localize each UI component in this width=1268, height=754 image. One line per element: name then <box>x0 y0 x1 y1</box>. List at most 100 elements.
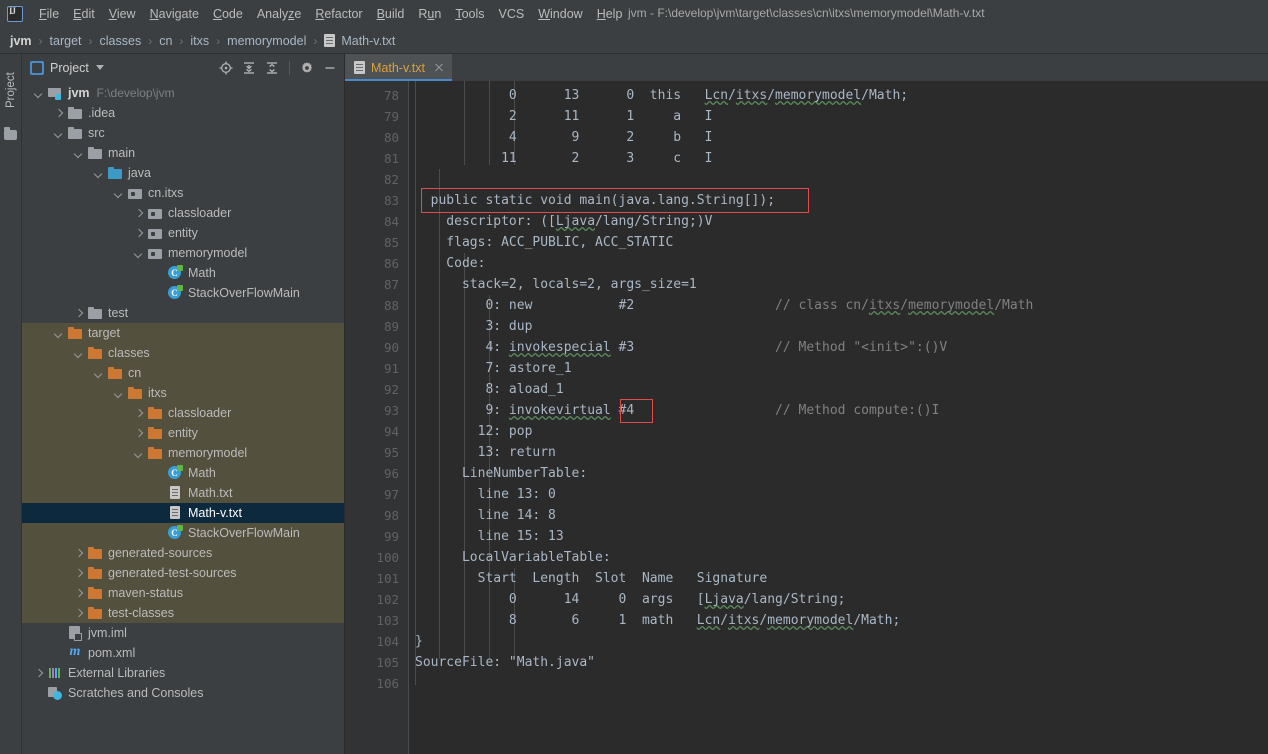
menu-item-file[interactable]: File <box>32 4 66 24</box>
tree-item-math-v-txt[interactable]: Math-v.txt <box>22 503 344 523</box>
tree-item-entity[interactable]: entity <box>22 423 344 443</box>
chevron-right-icon[interactable] <box>134 229 143 238</box>
chevron-down-icon[interactable] <box>54 129 63 138</box>
tree-item-test[interactable]: test <box>22 303 344 323</box>
tree-item-math-txt[interactable]: Math.txt <box>22 483 344 503</box>
menu-item-view[interactable]: View <box>102 4 143 24</box>
menu-item-help[interactable]: Help <box>590 4 630 24</box>
tree-item-main[interactable]: main <box>22 143 344 163</box>
menu-item-analyze[interactable]: Analyze <box>250 4 308 24</box>
tree-item-java[interactable]: java <box>22 163 344 183</box>
tree-item-cn[interactable]: cn <box>22 363 344 383</box>
tree-item-pom-xml[interactable]: pom.xml <box>22 643 344 663</box>
tree-item-target[interactable]: target <box>22 323 344 343</box>
menu-item-run[interactable]: Run <box>411 4 448 24</box>
chevron-down-icon[interactable] <box>96 65 104 70</box>
chevron-down-icon[interactable] <box>54 329 63 338</box>
menu-item-tools[interactable]: Tools <box>448 4 491 24</box>
chevron-down-icon[interactable] <box>114 389 123 398</box>
tree-item-scratches-and-consoles[interactable]: Scratches and Consoles <box>22 683 344 703</box>
tree-item-stackoverflowmain[interactable]: StackOverFlowMain <box>22 283 344 303</box>
tree-item-test-classes[interactable]: test-classes <box>22 603 344 623</box>
tree-item-cn-itxs[interactable]: cn.itxs <box>22 183 344 203</box>
tree-item-math[interactable]: Math <box>22 263 344 283</box>
menu-item-refactor[interactable]: Refactor <box>308 4 369 24</box>
chevron-down-icon[interactable] <box>74 149 83 158</box>
chevron-down-icon[interactable] <box>134 449 143 458</box>
chevron-down-icon[interactable] <box>34 89 43 98</box>
tree-item-classes[interactable]: classes <box>22 343 344 363</box>
code-comment: // Method "<init>":()V <box>775 340 947 355</box>
tree-item-itxs[interactable]: itxs <box>22 383 344 403</box>
code-line: stack=2, locals=2, args_size=1 <box>409 274 1268 295</box>
tree-item-label: maven-status <box>108 586 183 600</box>
menu-item-edit[interactable]: Edit <box>66 4 102 24</box>
tree-item--idea[interactable]: .idea <box>22 103 344 123</box>
tree-item-generated-test-sources[interactable]: generated-test-sources <box>22 563 344 583</box>
breadcrumb-item-jvm[interactable]: jvm <box>10 34 32 48</box>
breadcrumb-item-memorymodel[interactable]: memorymodel <box>227 34 306 48</box>
chevron-down-icon[interactable] <box>134 249 143 258</box>
chevron-right-icon[interactable] <box>74 549 83 558</box>
line-number: 79 <box>345 106 408 127</box>
line-number: 94 <box>345 421 408 442</box>
chevron-right-icon[interactable] <box>134 209 143 218</box>
tree-item-jvm[interactable]: jvmF:\develop\jvm <box>22 83 344 103</box>
menu-item-vcs[interactable]: VCS <box>492 4 532 24</box>
breadcrumb[interactable]: jvm›target›classes›cn›itxs›memorymodel›M… <box>0 28 1268 54</box>
breadcrumb-item-itxs[interactable]: itxs <box>190 34 209 48</box>
tree-spacer <box>154 509 163 518</box>
tree-item-jvm-iml[interactable]: jvm.iml <box>22 623 344 643</box>
breadcrumb-item-target[interactable]: target <box>50 34 82 48</box>
tree-item-entity[interactable]: entity <box>22 223 344 243</box>
tree-item-classloader[interactable]: classloader <box>22 203 344 223</box>
chevron-right-icon[interactable] <box>74 309 83 318</box>
editor-tab-math-v-txt[interactable]: Math-v.txt <box>345 54 452 81</box>
java-class-icon <box>167 285 183 301</box>
breadcrumb-separator: › <box>179 34 183 48</box>
menu-item-build[interactable]: Build <box>370 4 412 24</box>
collapse-all-icon[interactable] <box>262 58 282 78</box>
chevron-right-icon[interactable] <box>134 429 143 438</box>
chevron-right-icon[interactable] <box>74 609 83 618</box>
tree-item-generated-sources[interactable]: generated-sources <box>22 543 344 563</box>
menu-item-window[interactable]: Window <box>531 4 589 24</box>
tree-item-src[interactable]: src <box>22 123 344 143</box>
tree-item-stackoverflowmain[interactable]: StackOverFlowMain <box>22 523 344 543</box>
menu-item-navigate[interactable]: Navigate <box>143 4 206 24</box>
chevron-right-icon[interactable] <box>74 589 83 598</box>
tree-item-maven-status[interactable]: maven-status <box>22 583 344 603</box>
tree-item-memorymodel[interactable]: memorymodel <box>22 243 344 263</box>
tree-item-math[interactable]: Math <box>22 463 344 483</box>
menu-item-code[interactable]: Code <box>206 4 250 24</box>
expand-all-icon[interactable] <box>239 58 259 78</box>
line-number-gutter[interactable]: 7879808182838485868788899091929394959697… <box>345 81 409 754</box>
tree-spacer <box>154 489 163 498</box>
close-icon[interactable] <box>433 62 445 74</box>
tree-item-classloader[interactable]: classloader <box>22 403 344 423</box>
folder-icon[interactable] <box>4 130 17 140</box>
chevron-right-icon[interactable] <box>54 109 63 118</box>
tree-item-label: Math <box>188 466 216 480</box>
chevron-down-icon[interactable] <box>94 169 103 178</box>
chevron-down-icon[interactable] <box>114 189 123 198</box>
breadcrumb-item-classes[interactable]: classes <box>100 34 142 48</box>
breadcrumb-item-math-v-txt[interactable]: Math-v.txt <box>341 34 395 48</box>
line-number: 88 <box>345 295 408 316</box>
hide-panel-icon[interactable] <box>320 58 340 78</box>
chevron-down-icon[interactable] <box>94 369 103 378</box>
select-opened-file-icon[interactable] <box>216 58 236 78</box>
breadcrumb-separator: › <box>313 34 317 48</box>
code-content[interactable]: 0 13 0 this Lcn/itxs/memorymodel/Math; 2… <box>409 81 1268 754</box>
tree-item-external-libraries[interactable]: External Libraries <box>22 663 344 683</box>
settings-gear-icon[interactable] <box>297 58 317 78</box>
tree-item-memorymodel[interactable]: memorymodel <box>22 443 344 463</box>
chevron-down-icon[interactable] <box>74 349 83 358</box>
code-line-text: LocalVariableTable: <box>415 550 611 565</box>
breadcrumb-item-cn[interactable]: cn <box>159 34 172 48</box>
rail-button-project[interactable]: Project <box>0 60 22 120</box>
project-tree[interactable]: jvmF:\develop\jvm.ideasrcmainjavacn.itxs… <box>22 81 344 754</box>
chevron-right-icon[interactable] <box>74 569 83 578</box>
chevron-right-icon[interactable] <box>134 409 143 418</box>
chevron-right-icon[interactable] <box>34 669 43 678</box>
